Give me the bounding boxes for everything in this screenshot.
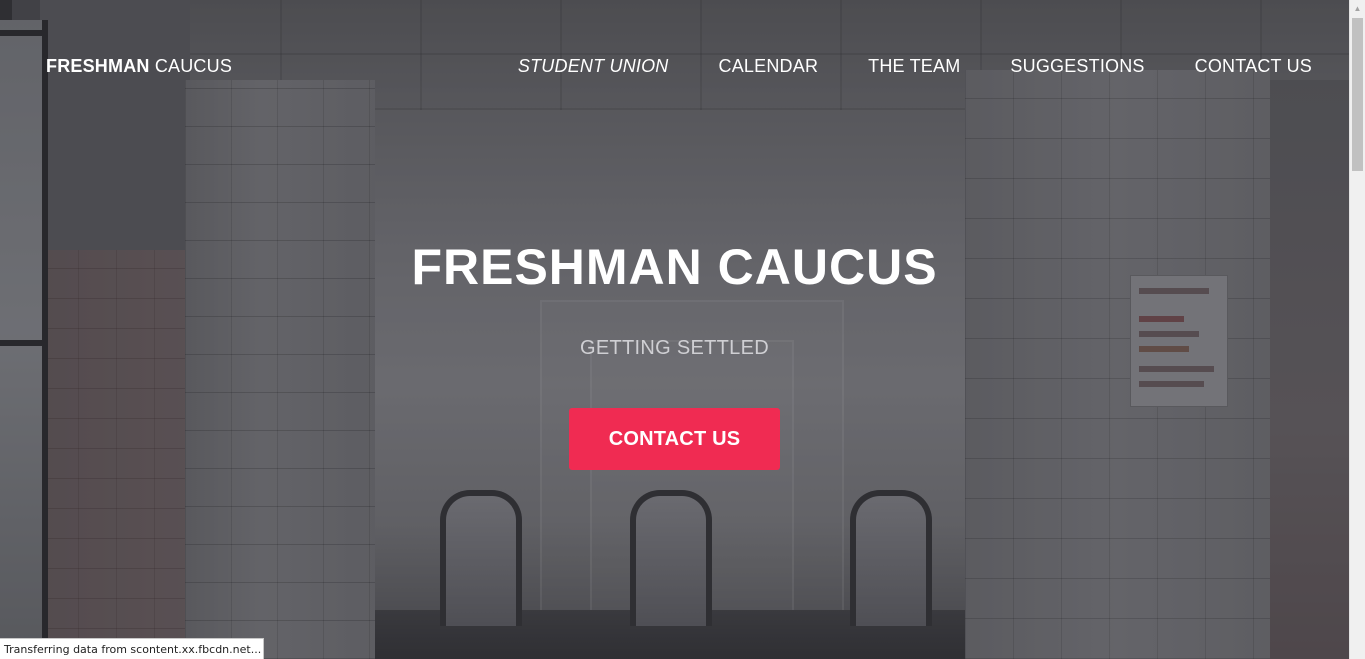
browser-status-bar: Transferring data from scontent.xx.fbcdn… xyxy=(0,638,264,659)
page-viewport: FRESHMAN CAUCUS STUDENT UNION CALENDAR T… xyxy=(0,0,1349,659)
nav-link-the-team[interactable]: THE TEAM xyxy=(868,56,960,77)
scrollbar-thumb[interactable] xyxy=(1352,18,1363,171)
nav-link-calendar[interactable]: CALENDAR xyxy=(719,56,819,77)
contact-us-button[interactable]: CONTACT US xyxy=(569,408,780,470)
scroll-up-icon[interactable]: ▲ xyxy=(1350,0,1365,17)
nav-links: STUDENT UNION CALENDAR THE TEAM SUGGESTI… xyxy=(468,56,1312,77)
hero-subtitle: GETTING SETTLED xyxy=(580,337,769,359)
brand-bold-text: FRESHMAN xyxy=(46,56,150,76)
brand-light-text: CAUCUS xyxy=(154,56,233,76)
brand-link[interactable]: FRESHMAN CAUCUS xyxy=(46,56,232,77)
hero-title: FRESHMAN CAUCUS xyxy=(411,239,938,295)
page-scrollbar[interactable]: ▲ xyxy=(1349,0,1365,659)
nav-link-contact-us[interactable]: CONTACT US xyxy=(1195,56,1312,77)
main-navbar: FRESHMAN CAUCUS STUDENT UNION CALENDAR T… xyxy=(0,0,1349,135)
nav-link-suggestions[interactable]: SUGGESTIONS xyxy=(1010,56,1144,77)
nav-link-student-union[interactable]: STUDENT UNION xyxy=(518,56,669,77)
